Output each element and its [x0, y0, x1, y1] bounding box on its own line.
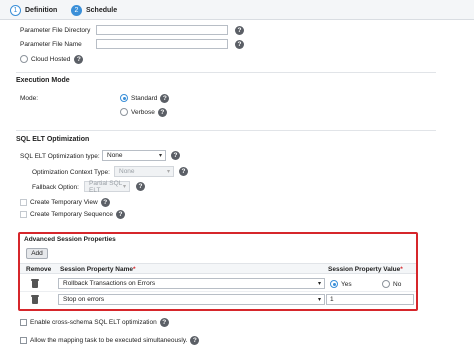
col-name-text: Session Property Name — [60, 266, 133, 273]
property-value-input[interactable]: 1 — [326, 294, 414, 305]
col-name: Session Property Name* — [60, 266, 136, 273]
table-row: Stop on errors ▾ 1 — [20, 292, 416, 308]
sql-elt-type-select[interactable]: None ▾ — [102, 150, 166, 161]
simultaneous-row[interactable]: Allow the mapping task to be executed si… — [20, 334, 200, 346]
no-label: No — [393, 280, 402, 288]
sql-elt-type-row: SQL ELT Optimization type: — [20, 150, 100, 162]
simultaneous-checkbox[interactable] — [20, 336, 27, 344]
tab-schedule-label: Schedule — [86, 7, 118, 14]
advanced-session-properties-panel: Advanced Session Properties Add Remove S… — [18, 232, 418, 311]
col-remove: Remove — [26, 266, 52, 273]
verbose-radio[interactable] — [120, 108, 128, 116]
create-sequence-row[interactable]: Create Temporary Sequence ? — [20, 208, 125, 220]
cloud-hosted-row: Cloud Hosted ? — [20, 53, 84, 65]
yes-radio[interactable] — [330, 280, 338, 288]
help-icon[interactable]: ? — [157, 107, 167, 117]
section-divider — [16, 72, 436, 73]
wizard-tabs: 1 Definition 2 Schedule — [0, 0, 474, 20]
context-type-label: Optimization Context Type: — [32, 168, 110, 176]
param-dir-row: Parameter File Directory — [20, 24, 90, 36]
property-name-select[interactable]: Rollback Transactions on Errors ▾ — [58, 278, 325, 289]
no-radio[interactable] — [382, 280, 390, 288]
trash-icon[interactable] — [31, 295, 39, 304]
col-value-text: Session Property Value — [328, 266, 401, 273]
help-icon[interactable]: ? — [115, 209, 125, 219]
required-mark: * — [132, 266, 136, 273]
standard-label: Standard — [131, 94, 158, 102]
fallback-row: Fallback Option: — [32, 181, 79, 193]
step-number-2: 2 — [71, 5, 82, 16]
sql-elt-type-value: None — [107, 152, 123, 159]
help-icon[interactable]: ? — [74, 54, 84, 64]
help-icon[interactable]: ? — [160, 93, 170, 103]
context-type-row: Optimization Context Type: — [32, 166, 110, 178]
property-name-value: Stop on errors — [63, 296, 105, 303]
param-name-row: Parameter File Name — [20, 38, 82, 50]
help-icon[interactable]: ? — [159, 317, 169, 327]
tab-schedule[interactable]: 2 Schedule — [71, 3, 117, 18]
context-type-select[interactable]: None ▾ — [114, 166, 174, 177]
no-option[interactable]: No — [382, 278, 401, 290]
param-dir-input[interactable] — [96, 25, 228, 35]
param-name-input[interactable] — [96, 39, 228, 49]
create-sequence-label: Create Temporary Sequence — [30, 210, 113, 218]
create-view-checkbox[interactable] — [20, 198, 27, 206]
table-header: Remove Session Property Name* Session Pr… — [20, 263, 416, 274]
col-value: Session Property Value* — [328, 266, 403, 273]
cross-schema-label: Enable cross-schema SQL ELT optimization — [30, 318, 157, 326]
cross-schema-checkbox[interactable] — [20, 318, 27, 326]
param-dir-label: Parameter File Directory — [20, 26, 91, 34]
cloud-hosted-label: Cloud Hosted — [31, 55, 71, 63]
execution-mode-title: Execution Mode — [16, 77, 70, 84]
yes-label: Yes — [341, 280, 352, 288]
chevron-down-icon: ▾ — [158, 153, 162, 159]
add-button[interactable]: Add — [26, 248, 48, 259]
advanced-title: Advanced Session Properties — [24, 236, 116, 243]
property-name-select[interactable]: Stop on errors ▾ — [58, 294, 325, 305]
chevron-down-icon: ▾ — [122, 184, 126, 190]
tab-definition[interactable]: 1 Definition — [10, 3, 57, 18]
cloud-hosted-radio[interactable] — [20, 55, 28, 63]
mode-label: Mode: — [20, 94, 39, 102]
sql-elt-type-label: SQL ELT Optimization type: — [20, 152, 100, 160]
fallback-label: Fallback Option: — [32, 183, 79, 191]
help-icon[interactable]: ? — [100, 197, 110, 207]
step-number-1: 1 — [10, 5, 21, 16]
help-icon[interactable]: ? — [235, 26, 244, 35]
trash-icon[interactable] — [31, 279, 39, 288]
help-icon[interactable]: ? — [171, 151, 180, 160]
chevron-down-icon: ▾ — [317, 281, 321, 287]
help-icon[interactable]: ? — [235, 40, 244, 49]
mode-verbose-row[interactable]: Verbose ? — [120, 106, 167, 118]
fallback-select[interactable]: Partial SQL ELT ▾ — [84, 180, 130, 194]
param-name-label: Parameter File Name — [20, 40, 82, 48]
standard-radio[interactable] — [120, 94, 128, 102]
cross-schema-row[interactable]: Enable cross-schema SQL ELT optimization… — [20, 316, 169, 328]
context-type-value: None — [119, 168, 135, 175]
create-view-row[interactable]: Create Temporary View ? — [20, 196, 110, 208]
section-divider — [16, 130, 436, 131]
help-icon[interactable]: ? — [136, 182, 145, 191]
tab-definition-label: Definition — [25, 7, 58, 14]
sql-elt-title: SQL ELT Optimization — [16, 136, 90, 143]
mode-standard-row[interactable]: Standard ? — [120, 92, 170, 104]
chevron-down-icon: ▾ — [317, 297, 321, 303]
create-sequence-checkbox[interactable] — [20, 210, 27, 218]
table-row: Rollback Transactions on Errors ▾ Yes No — [20, 276, 416, 292]
chevron-down-icon: ▾ — [166, 169, 170, 175]
create-view-label: Create Temporary View — [30, 198, 98, 206]
yes-option[interactable]: Yes — [330, 278, 352, 290]
help-icon[interactable]: ? — [190, 335, 200, 345]
mode-label-row: Mode: — [20, 92, 38, 104]
property-name-value: Rollback Transactions on Errors — [63, 280, 156, 287]
simultaneous-label: Allow the mapping task to be executed si… — [30, 336, 188, 344]
verbose-label: Verbose — [131, 108, 155, 116]
help-icon[interactable]: ? — [179, 167, 188, 176]
required-mark: * — [400, 266, 403, 273]
